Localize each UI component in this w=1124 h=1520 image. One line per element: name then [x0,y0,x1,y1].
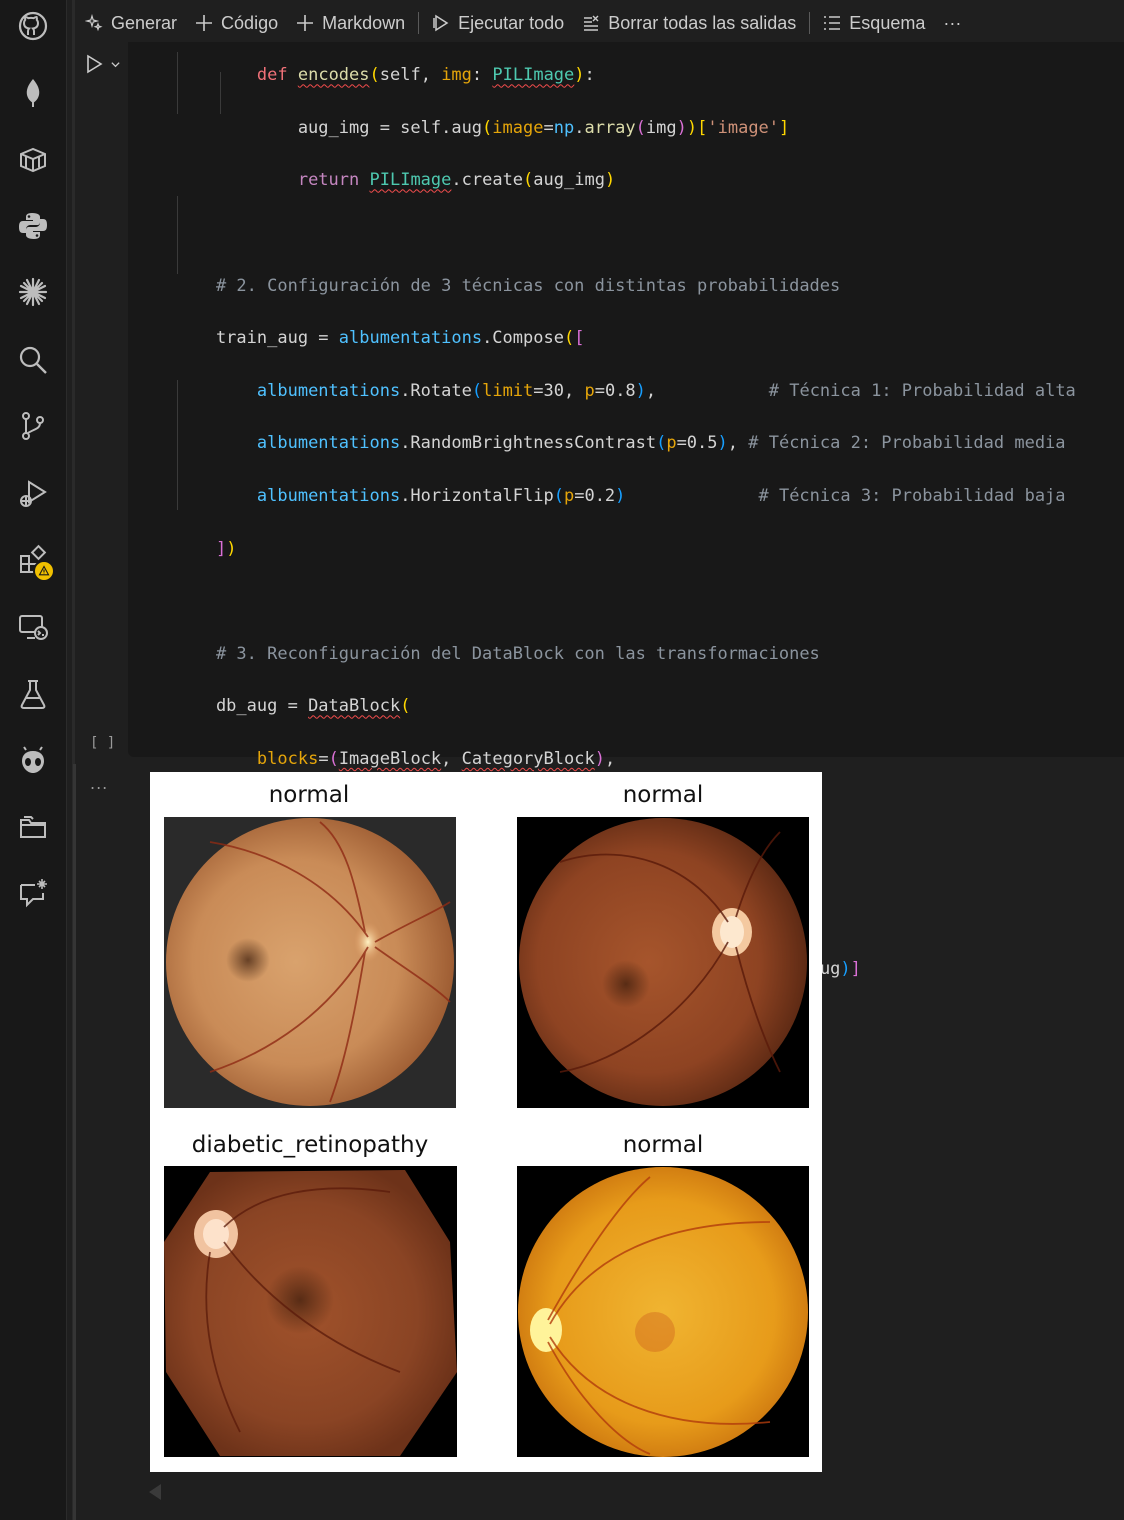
more-actions-label: ··· [943,12,962,33]
warning-badge [33,560,55,582]
code-line: # 2. Configuración de 3 técnicas con dis… [175,275,841,296]
retina-image-1 [164,817,456,1108]
activity-bar [0,0,67,1520]
github-icon[interactable] [13,6,53,46]
sparkle-small-icon [85,14,103,32]
container-icon[interactable] [13,140,53,180]
more-actions-button[interactable]: ··· [934,13,970,34]
toolbar-separator [809,12,811,34]
execution-count: [ ] [90,735,116,751]
run-all-icon [433,14,449,32]
clear-outputs-button[interactable]: Borrar todas las salidas [573,13,805,34]
list-icon [824,16,841,30]
chevron-down-icon[interactable] [110,59,121,70]
search-icon[interactable] [13,340,53,380]
add-markdown-label: Markdown [322,12,406,33]
code-line: albumentations.Rotate(limit=30, p=0.8), … [256,380,1076,401]
run-cell-button[interactable] [84,54,121,74]
code-line: ]) [215,538,237,559]
code-line: def encodes(self, img: PILImage): [256,65,595,86]
extensions-icon[interactable] [13,540,55,582]
output-figure: normal normal diabetic_retinopathy norma… [150,772,822,1472]
sparkle-icon[interactable] [13,272,53,312]
toolbar-separator [418,12,420,34]
clear-all-icon [584,15,599,31]
panel-title-1: normal [268,782,350,808]
code-line: blocks=(ImageBlock, CategoryBlock), [256,749,616,770]
add-code-button[interactable]: Código [186,13,287,34]
generate-button[interactable]: Generar [76,13,186,34]
retina-image-2 [517,817,809,1108]
panel-title-2: normal [622,782,704,808]
code-line: # 3. Reconfiguración del DataBlock con l… [175,643,820,664]
output-gutter [73,764,76,1520]
code-line: albumentations.HorizontalFlip(p=0.2) # T… [256,486,1066,507]
output-actions[interactable]: ... [90,774,108,793]
code-line: train_aug = albumentations.Compose([ [175,328,585,349]
caret-left-icon [149,1484,161,1500]
retina-image-3 [164,1166,457,1457]
run-debug-icon[interactable] [13,474,53,514]
panel-title-4: normal [622,1132,704,1158]
plus-icon [196,15,213,31]
add-markdown-button[interactable]: Markdown [287,13,414,34]
code-line: db_aug = DataBlock( [175,696,411,717]
remote-explorer-icon[interactable] [13,607,53,647]
generate-label: Generar [111,12,178,33]
alien-icon[interactable] [13,741,53,781]
code-line: albumentations.RandomBrightnessContrast(… [256,433,1066,454]
chat-sparkle-icon[interactable] [13,873,53,913]
add-code-label: Código [221,12,279,33]
plus-icon [297,15,314,31]
source-control-icon[interactable] [13,406,53,446]
code-line: aug_img = self.aug(image=np.array(img))[… [175,117,790,138]
code-line: return PILImage.create(aug_img) [297,170,616,191]
scroll-left-arrow[interactable] [146,1482,164,1506]
panel-title-3: diabetic_retinopathy [191,1132,429,1158]
mongodb-leaf-icon[interactable] [13,73,53,113]
outline-button[interactable]: Esquema [814,13,934,34]
retina-image-4 [517,1166,809,1457]
testing-flask-icon[interactable] [13,674,53,714]
python-icon[interactable] [13,206,53,246]
clear-outputs-label: Borrar todas las salidas [608,12,797,33]
play-icon [87,54,103,74]
run-all-label: Ejecutar todo [458,12,565,33]
run-all-button[interactable]: Ejecutar todo [423,13,573,34]
folders-icon[interactable] [13,807,53,847]
outline-label: Esquema [849,12,926,33]
